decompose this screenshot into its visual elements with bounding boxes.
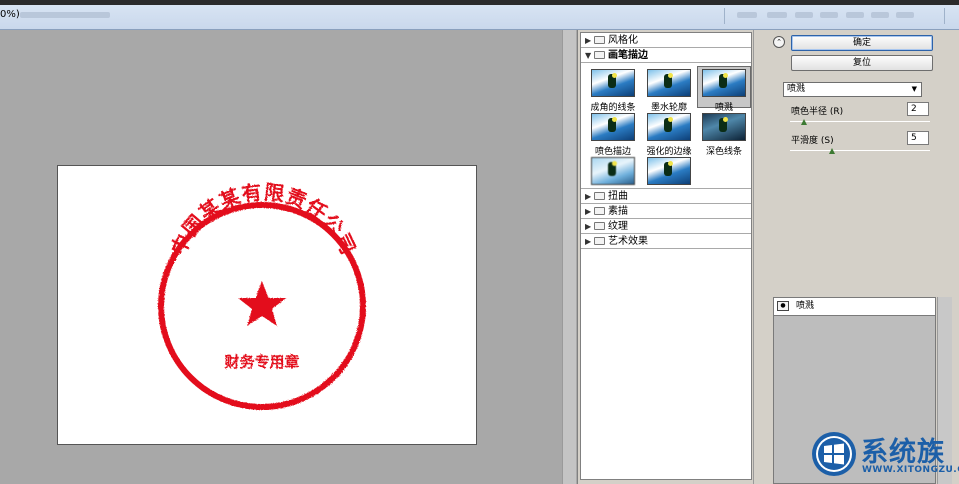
- title-bar-strip: [0, 0, 959, 5]
- filter-category[interactable]: ▶ 纹理: [581, 219, 751, 234]
- expand-arrow-icon[interactable]: ▶: [585, 189, 594, 204]
- menu-item[interactable]: [820, 12, 838, 18]
- menu-item[interactable]: [846, 12, 864, 18]
- category-label: 纹理: [608, 221, 628, 232]
- window-title: 0%): [0, 9, 20, 20]
- menu-item[interactable]: [737, 12, 757, 18]
- effect-layer-row[interactable]: ● 喷溅: [774, 298, 935, 316]
- smoothness-slider-thumb[interactable]: [829, 148, 835, 154]
- filter-label: 成角的线条: [590, 103, 636, 113]
- folder-icon: [594, 237, 605, 245]
- title-bar: 0%): [0, 0, 959, 30]
- spray-radius-slider-track[interactable]: [790, 121, 930, 122]
- filter-thumbnail[interactable]: 强化的边缘: [642, 113, 696, 157]
- folder-icon: [594, 36, 605, 44]
- smoothness-slider-track[interactable]: [790, 150, 930, 151]
- collapse-gallery-icon[interactable]: ⌃: [773, 36, 785, 48]
- filter-label: 深色线条: [705, 147, 742, 157]
- menu-item[interactable]: [896, 12, 914, 18]
- filter-label: 墨水轮廓: [650, 103, 687, 113]
- category-label: 素描: [608, 206, 628, 217]
- watermark-brand: 系统族: [861, 437, 945, 468]
- filter-category[interactable]: ▶ 扭曲: [581, 189, 751, 204]
- company-seal: 中国某某有限责任公司 财务专用章: [158, 180, 366, 410]
- filter-preview-image: [647, 69, 691, 97]
- filter-label: 喷色描边: [594, 147, 631, 157]
- folder-icon: [594, 192, 605, 200]
- title-bar-blurred-text: [20, 12, 110, 18]
- filter-thumbnail[interactable]: 喷溅: [697, 66, 751, 113]
- ok-button[interactable]: 确定: [791, 35, 933, 51]
- menu-item[interactable]: [871, 12, 889, 18]
- category-label: 艺术效果: [608, 236, 648, 247]
- filter-label: 喷溅: [714, 103, 733, 113]
- dropdown-arrow-icon: ▼: [911, 85, 917, 93]
- expand-arrow-icon[interactable]: ▶: [585, 33, 594, 48]
- site-watermark: 系统族 WWW.XITONGZU.COM: [806, 428, 959, 484]
- menu-item[interactable]: [767, 12, 787, 18]
- spray-radius-slider-thumb[interactable]: [801, 119, 807, 125]
- filter-thumbnail[interactable]: 深色线条: [697, 113, 751, 157]
- filter-thumbnail-grid: 成角的线条墨水轮廓喷溅喷色描边强化的边缘深色线条烟灰墨阴影线: [581, 63, 751, 201]
- category-label: 画笔描边: [608, 50, 648, 61]
- category-label: 风格化: [608, 35, 638, 46]
- filter-preview-image: [591, 69, 635, 97]
- folder-open-icon: [594, 51, 605, 59]
- filter-thumbnail[interactable]: 墨水轮廓: [642, 69, 696, 113]
- expand-arrow-icon[interactable]: ▶: [585, 204, 594, 219]
- settings-panel: ⌃ 确定 复位 喷溅 ▼ 喷色半径 (R) 2 平滑度 (S) 5 ● 喷溅: [753, 30, 959, 484]
- expand-arrow-icon[interactable]: ▶: [585, 234, 594, 249]
- collapse-arrow-icon[interactable]: ▼: [585, 48, 594, 63]
- folder-icon: [594, 207, 605, 215]
- filter-preview-image: [702, 69, 746, 97]
- filter-select-value: 喷溅: [787, 84, 806, 94]
- spray-radius-label: 喷色半径 (R): [791, 107, 844, 117]
- filter-preview-image: [591, 113, 635, 141]
- windows-logo-icon: [812, 432, 856, 476]
- reset-button[interactable]: 复位: [791, 55, 933, 71]
- spray-radius-input[interactable]: 2: [907, 102, 929, 116]
- filter-browser-list: ▶风格化 ▼画笔描边 成角的线条墨水轮廓喷溅喷色描边强化的边缘深色线条烟灰墨阴影…: [580, 32, 752, 480]
- filter-preview-image: [647, 157, 691, 185]
- seal-star-icon: [238, 281, 286, 326]
- filter-category[interactable]: ▶ 艺术效果: [581, 234, 751, 249]
- eye-visibility-icon[interactable]: ●: [777, 301, 789, 311]
- menu-item[interactable]: [795, 12, 813, 18]
- seal-arc-text: 中国某某有限责任公司: [166, 180, 361, 259]
- preview-document: 中国某某有限责任公司 财务专用章: [57, 165, 477, 445]
- filter-label: 强化的边缘: [646, 147, 692, 157]
- category-label: 扭曲: [608, 191, 628, 202]
- filter-category-brush-strokes[interactable]: ▼ 画笔描边: [581, 48, 751, 63]
- smoothness-input[interactable]: 5: [907, 131, 929, 145]
- filter-preview-image: [702, 113, 746, 141]
- filter-category-stylize[interactable]: ▶ 风格化: [581, 33, 751, 48]
- folder-icon: [594, 222, 605, 230]
- filter-thumbnail[interactable]: 喷色描边: [586, 113, 640, 157]
- preview-area[interactable]: 中国某某有限责任公司 财务专用章: [0, 30, 562, 484]
- filter-preview-image: [647, 113, 691, 141]
- expand-arrow-icon[interactable]: ▶: [585, 219, 594, 234]
- smoothness-label: 平滑度 (S): [791, 136, 834, 146]
- filter-browser: ▶风格化 ▼画笔描边 成角的线条墨水轮廓喷溅喷色描边强化的边缘深色线条烟灰墨阴影…: [577, 30, 753, 484]
- panel-divider[interactable]: [562, 30, 576, 484]
- filter-select[interactable]: 喷溅 ▼: [783, 82, 922, 97]
- filter-preview-image: [591, 157, 635, 185]
- filter-category[interactable]: ▶ 素描: [581, 204, 751, 219]
- seal-bottom-text: 财务专用章: [224, 353, 299, 371]
- watermark-url: WWW.XITONGZU.COM: [862, 465, 959, 475]
- effect-layer-label: 喷溅: [796, 301, 815, 311]
- filter-thumbnail[interactable]: 成角的线条: [586, 69, 640, 113]
- menu-separator: [724, 8, 725, 24]
- menu-separator: [944, 8, 945, 24]
